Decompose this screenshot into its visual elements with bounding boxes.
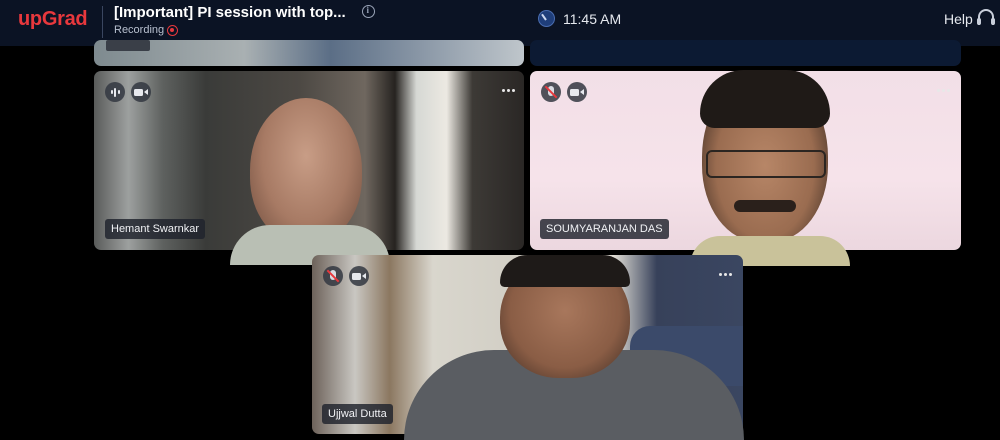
video-tile-top-right — [530, 40, 961, 66]
info-icon[interactable] — [362, 5, 375, 18]
more-options-icon[interactable] — [502, 89, 516, 93]
participant-name-ujjwal: Ujjwal Dutta — [322, 404, 393, 424]
participant-video-hemant — [250, 98, 362, 243]
participant-name-hemant: Hemant Swarnkar — [105, 219, 206, 239]
nametag-top-left — [106, 40, 150, 51]
camera-icon — [131, 82, 151, 102]
participant-name-soumyaranjan: SOUMYARANJAN DAS — [540, 219, 669, 239]
meeting-time: 11:45 AM — [563, 11, 622, 27]
header-divider — [102, 6, 103, 38]
clock-icon — [538, 10, 555, 27]
recording-dot-icon — [167, 25, 178, 36]
mic-muted-icon — [323, 266, 343, 286]
participant-moustache-soumyaranjan — [734, 200, 796, 212]
participant-hair-ujjwal — [500, 255, 630, 287]
mic-muted-icon — [541, 82, 561, 102]
headset-icon[interactable] — [977, 9, 995, 25]
mic-active-icon — [105, 82, 125, 102]
more-options-icon[interactable] — [937, 89, 951, 93]
meeting-title: [Important] PI session with top... — [114, 4, 346, 21]
participant-glasses-soumyaranjan — [706, 150, 826, 178]
video-tile-top-left — [94, 40, 524, 66]
more-options-icon[interactable] — [719, 273, 733, 277]
recording-label: Recording — [114, 24, 165, 36]
camera-icon — [349, 266, 369, 286]
participant-hair-soumyaranjan — [700, 70, 830, 128]
camera-icon — [567, 82, 587, 102]
upgrad-logo[interactable]: upGrad — [18, 8, 88, 31]
help-button[interactable]: Help — [944, 11, 973, 27]
